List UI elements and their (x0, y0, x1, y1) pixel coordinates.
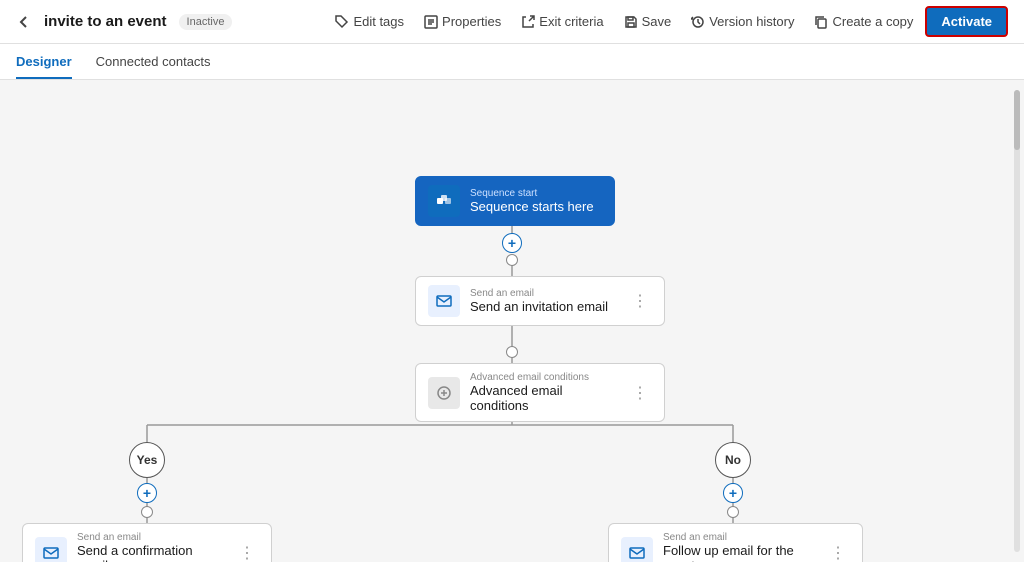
confirmation-menu[interactable]: ⋮ (235, 541, 259, 562)
advanced-menu[interactable]: ⋮ (628, 381, 652, 405)
save-button[interactable]: Save (616, 10, 680, 33)
tab-connected-contacts[interactable]: Connected contacts (96, 46, 211, 79)
history-icon (691, 15, 705, 29)
advanced-conditions-node: Advanced email conditions Advanced email… (415, 363, 665, 422)
connector-2 (506, 346, 518, 358)
scrollbar[interactable] (1014, 90, 1020, 552)
flow-canvas: Sequence start Sequence starts here + Se… (0, 80, 1024, 562)
no-branch-label: No (715, 442, 751, 478)
confirmation-icon (35, 537, 67, 562)
create-copy-button[interactable]: Create a copy (806, 10, 921, 33)
sequence-start-label: Sequence start (470, 188, 602, 199)
confirmation-title: Send a confirmation email (77, 543, 225, 562)
yes-branch-label: Yes (129, 442, 165, 478)
sequence-start-node: Sequence start Sequence starts here (415, 176, 615, 226)
properties-button[interactable]: Properties (416, 10, 509, 33)
followup-menu[interactable]: ⋮ (826, 541, 850, 562)
advanced-label: Advanced email conditions (470, 372, 618, 383)
tabs-bar: Designer Connected contacts (0, 44, 1024, 80)
advanced-icon (428, 377, 460, 409)
page-title: invite to an event (44, 13, 167, 30)
send-email-1-menu[interactable]: ⋮ (628, 289, 652, 313)
send-email-1-title: Send an invitation email (470, 299, 618, 314)
followup-title: Follow up email for the event (663, 543, 816, 562)
sequence-start-icon (428, 185, 460, 217)
header-actions: Edit tags Properties Exit criteria Save (327, 6, 1008, 37)
email-1-icon (428, 285, 460, 317)
followup-icon (621, 537, 653, 562)
tag-icon (335, 15, 349, 29)
followup-node: Send an email Follow up email for the ev… (608, 523, 863, 562)
connector-no (727, 506, 739, 518)
add-no-step-button[interactable]: + (723, 483, 743, 503)
exit-criteria-button[interactable]: Exit criteria (513, 10, 611, 33)
version-history-button[interactable]: Version history (683, 10, 802, 33)
flow-diagram: Sequence start Sequence starts here + Se… (0, 80, 1024, 562)
advanced-title: Advanced email conditions (470, 383, 618, 413)
activate-button[interactable]: Activate (925, 6, 1008, 37)
exit-criteria-icon (521, 15, 535, 29)
sequence-start-title: Sequence starts here (470, 199, 602, 214)
send-email-1-label: Send an email (470, 288, 618, 299)
status-badge: Inactive (179, 14, 233, 30)
add-step-1-button[interactable]: + (502, 233, 522, 253)
send-email-1-node: Send an email Send an invitation email ⋮ (415, 276, 665, 326)
scrollbar-thumb (1014, 90, 1020, 150)
copy-icon (814, 15, 828, 29)
connector-yes (141, 506, 153, 518)
save-icon (624, 15, 638, 29)
header: invite to an event Inactive Edit tags Pr… (0, 0, 1024, 44)
send-confirmation-node: Send an email Send a confirmation email … (22, 523, 272, 562)
add-yes-step-button[interactable]: + (137, 483, 157, 503)
connector-1 (506, 254, 518, 266)
tab-designer[interactable]: Designer (16, 46, 72, 79)
properties-icon (424, 15, 438, 29)
back-button[interactable] (16, 14, 32, 30)
edit-tags-button[interactable]: Edit tags (327, 10, 412, 33)
followup-label: Send an email (663, 532, 816, 543)
confirmation-label: Send an email (77, 532, 225, 543)
